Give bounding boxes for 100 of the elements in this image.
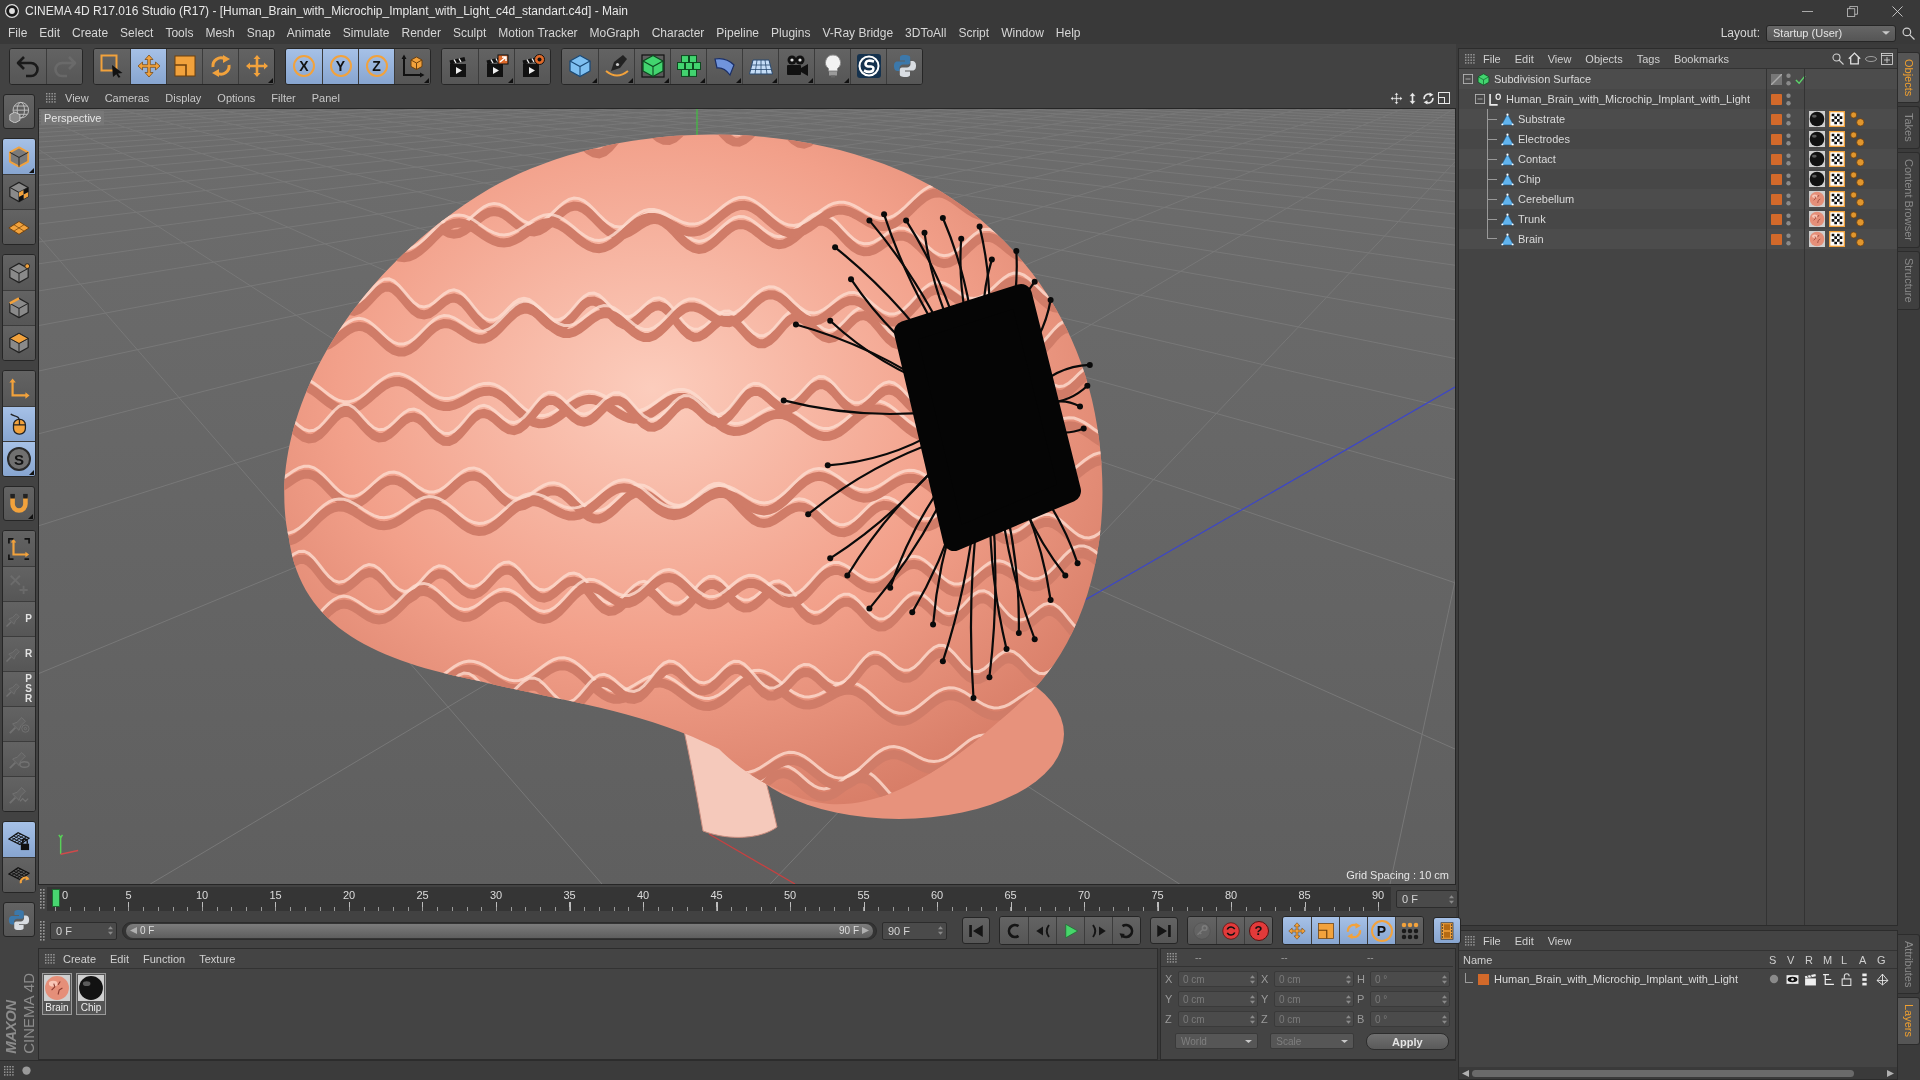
viewport[interactable]: Perspective Grid Spacing : 10 cm <box>38 108 1456 885</box>
menu-item[interactable]: Sculpt <box>446 24 493 42</box>
material-ball-icon[interactable] <box>1809 171 1825 187</box>
collapse-box-icon[interactable] <box>1463 74 1473 84</box>
frame-field[interactable]: 0 F <box>1396 890 1458 908</box>
panel-menu-item[interactable]: File <box>1477 933 1507 948</box>
dots-tag-icon[interactable] <box>1849 231 1865 247</box>
tool-button[interactable] <box>670 48 706 84</box>
material-ball-icon[interactable] <box>1809 151 1825 167</box>
tool-button[interactable] <box>1311 917 1339 944</box>
menu-item[interactable]: 3DToAll <box>899 24 953 42</box>
plus-box-icon[interactable] <box>1881 52 1893 65</box>
view-menu-item[interactable]: Filter <box>264 91 303 105</box>
unlocked-padlock-icon[interactable] <box>1839 972 1853 986</box>
panel-menu-item[interactable]: View <box>1541 51 1578 66</box>
menu-item[interactable]: Edit <box>33 24 67 42</box>
tool-button[interactable] <box>598 48 634 84</box>
dots-tag-icon[interactable] <box>1849 171 1865 187</box>
dock-tab[interactable]: Objects <box>1898 52 1920 104</box>
menu-item[interactable]: Script <box>952 24 996 42</box>
menu-item[interactable]: Pipeline <box>710 24 766 42</box>
object-row[interactable]: Brain <box>1459 229 1897 249</box>
hierarchy-icon[interactable] <box>1821 972 1835 986</box>
menu-item[interactable]: Plugins <box>765 24 817 42</box>
tool-button[interactable] <box>3 486 35 521</box>
up-down-arrow-icon[interactable] <box>1406 91 1419 105</box>
dot-icon[interactable] <box>1769 974 1779 984</box>
move-arrows-icon[interactable] <box>1390 91 1403 105</box>
tool-button[interactable] <box>850 48 886 84</box>
collapse-box-icon[interactable] <box>1475 94 1485 104</box>
playhead[interactable] <box>52 889 60 907</box>
tool-button[interactable]: Z <box>358 48 394 84</box>
object-row[interactable]: Substrate <box>1459 109 1897 129</box>
object-row[interactable]: Subdivision Surface <box>1459 69 1897 89</box>
menu-item[interactable]: Create <box>66 24 115 42</box>
tool-button[interactable] <box>3 174 35 209</box>
dots-tag-icon[interactable] <box>1849 211 1865 227</box>
tool-button[interactable] <box>3 822 35 857</box>
search-icon[interactable] <box>1832 52 1844 65</box>
panel-menu-item[interactable]: View <box>1541 933 1578 948</box>
dots-tag-icon[interactable] <box>1849 151 1865 167</box>
tool-button[interactable] <box>3 531 35 566</box>
menu-item[interactable]: Render <box>395 24 447 42</box>
tool-button[interactable] <box>166 48 202 84</box>
object-row[interactable]: Cerebellum <box>1459 189 1897 209</box>
menu-item[interactable]: Tools <box>159 24 200 42</box>
panel-menu-item[interactable]: Create <box>57 951 103 966</box>
tool-button[interactable] <box>1339 917 1367 944</box>
layer-row[interactable]: Human_Brain_with_Microchip_Implant_with_Light <box>1459 969 1897 989</box>
tool-button[interactable]: X <box>286 48 322 84</box>
menu-item[interactable]: V-Ray Bridge <box>816 24 900 42</box>
checker-tag-icon[interactable] <box>1829 231 1845 247</box>
eye-icon[interactable] <box>1785 972 1799 986</box>
view-menu-item[interactable]: Panel <box>304 91 347 105</box>
tool-button[interactable] <box>3 325 35 360</box>
tool-button[interactable]: P <box>1367 917 1395 944</box>
menu-item[interactable]: Select <box>114 24 160 42</box>
view-menu-item[interactable]: View <box>58 91 96 105</box>
timeline-ruler[interactable]: 0 5 10 15 20 25 30 35 40 45 50 55 60 65 70 75 80 85 90 <box>47 887 1391 911</box>
checker-tag-icon[interactable] <box>1829 191 1845 207</box>
range-fill[interactable]: 0 F 90 F <box>126 923 873 938</box>
tool-button[interactable] <box>3 94 35 129</box>
home-icon[interactable] <box>1848 52 1861 65</box>
tool-button[interactable] <box>886 48 922 84</box>
panel-menu-item[interactable]: Bookmarks <box>1667 51 1735 66</box>
object-row[interactable]: Contact <box>1459 149 1897 169</box>
panel-menu-item[interactable]: Edit <box>1508 933 1540 948</box>
frame-field[interactable]: 0 F <box>50 921 117 940</box>
search-icon[interactable] <box>1901 26 1915 40</box>
checker-tag-icon[interactable] <box>1829 131 1845 147</box>
panel-menu-item[interactable]: Edit <box>1508 51 1540 66</box>
menu-item[interactable]: Help <box>1049 24 1087 42</box>
checker-tag-icon[interactable] <box>1829 171 1845 187</box>
layout-dropdown[interactable]: Startup (User) <box>1766 24 1896 42</box>
rotate-arrows-icon[interactable] <box>1422 91 1435 105</box>
view-menu-item[interactable]: Display <box>158 91 209 105</box>
material-swatch[interactable]: Brain <box>42 973 72 1015</box>
tool-button[interactable] <box>1395 917 1423 944</box>
clapperboard-icon[interactable] <box>1803 972 1817 986</box>
tool-button[interactable] <box>742 48 778 84</box>
tool-button[interactable] <box>238 48 274 84</box>
tool-button[interactable] <box>634 48 670 84</box>
menu-item[interactable]: Window <box>995 24 1050 42</box>
tool-button[interactable] <box>1433 917 1461 944</box>
tool-button[interactable] <box>478 48 514 84</box>
horizontal-scrollbar[interactable] <box>1459 1067 1897 1079</box>
panel-menu-item[interactable]: Objects <box>1579 51 1629 66</box>
view-menu-item[interactable]: Options <box>210 91 263 105</box>
panel-menu-item[interactable]: Edit <box>104 951 135 966</box>
tool-button[interactable] <box>442 48 478 84</box>
panel-menu-item[interactable]: File <box>1477 51 1507 66</box>
tool-button[interactable] <box>1056 917 1084 944</box>
menu-item[interactable]: Mesh <box>199 24 241 42</box>
panel-menu-item[interactable]: Function <box>137 951 192 966</box>
dots-tag-icon[interactable] <box>1849 131 1865 147</box>
tool-button[interactable] <box>202 48 238 84</box>
dock-tab[interactable]: Layers <box>1898 997 1920 1045</box>
material-ball-icon[interactable] <box>1809 111 1825 127</box>
menu-item[interactable]: MoGraph <box>583 24 646 42</box>
menu-item[interactable]: File <box>2 24 34 42</box>
